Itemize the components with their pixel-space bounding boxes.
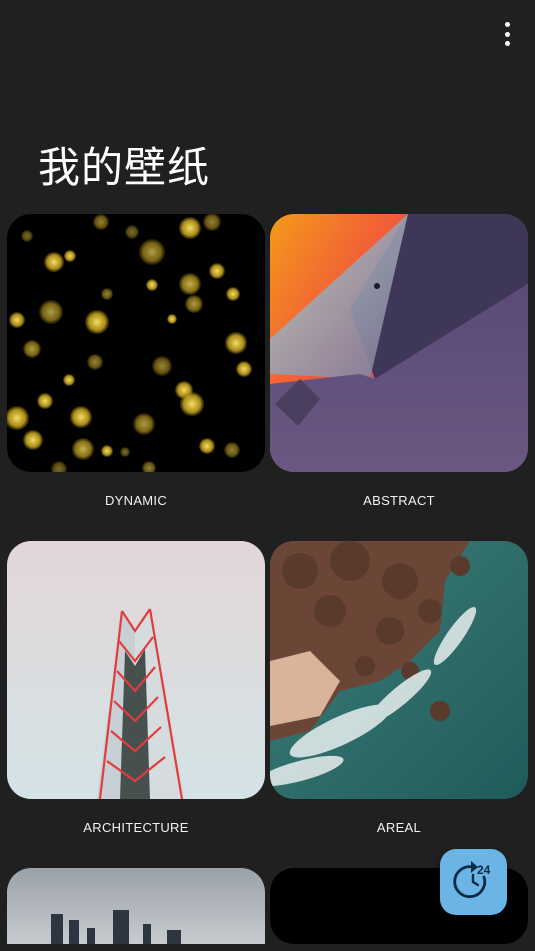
category-card-dynamic[interactable]: DYNAMIC (7, 214, 265, 508)
category-label: ABSTRACT (363, 493, 435, 508)
category-card-abstract[interactable]: ABSTRACT (270, 214, 528, 508)
auto-change-wallpaper-button[interactable]: 24 (440, 849, 507, 915)
dynamic-thumbnail (7, 214, 265, 472)
abstract-thumbnail (270, 214, 528, 472)
category-label: DYNAMIC (104, 493, 168, 508)
timer-refresh-icon (453, 861, 487, 899)
category-card-areal[interactable]: AREAL (270, 541, 528, 835)
fab-badge: 24 (477, 863, 491, 877)
more-vert-icon (504, 22, 510, 27)
areal-thumbnail (270, 541, 528, 799)
overflow-menu-button[interactable] (501, 22, 513, 46)
architecture-thumbnail (7, 541, 265, 799)
category-card-city[interactable] (7, 868, 265, 944)
category-label: ARCHITECTURE (83, 820, 189, 835)
page-title: 我的壁纸 (38, 143, 211, 192)
city-thumbnail (7, 868, 265, 944)
category-card-architecture[interactable]: ARCHITECTURE (7, 541, 265, 835)
category-label: AREAL (376, 820, 422, 835)
